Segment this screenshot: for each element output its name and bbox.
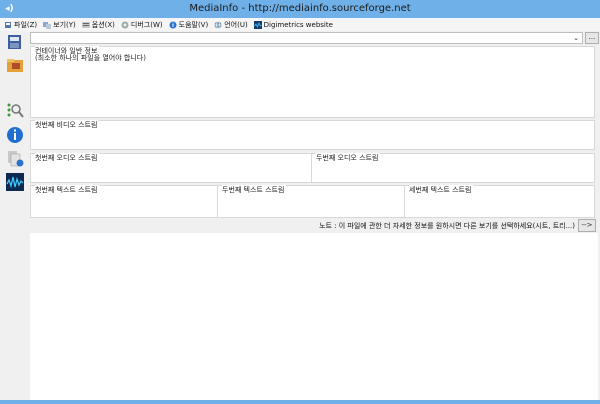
- globe-icon: [214, 20, 222, 29]
- audio1-panel: 첫번째 오디오 스트림: [30, 153, 312, 183]
- next-view-button[interactable]: -->: [578, 219, 596, 232]
- window-title: MediaInfo - http://mediainfo.sourceforge…: [189, 3, 411, 14]
- video1-panel-title: 첫번째 비디오 스트림: [35, 120, 100, 130]
- open-file-icon: [8, 35, 21, 49]
- menu-options-label: 옵션(X): [91, 20, 115, 29]
- menu-view[interactable]: 보기(Y): [43, 18, 76, 31]
- video1-panel: 첫번째 비디오 스트림: [30, 120, 595, 150]
- menu-help[interactable]: 도움말(V): [169, 18, 209, 31]
- debug-icon: [121, 21, 129, 29]
- help-icon: [169, 21, 177, 29]
- menu-debug-label: 디버그(W): [130, 20, 163, 29]
- file-selector-row: ⌄ ...: [30, 32, 599, 44]
- export-button[interactable]: [6, 149, 24, 167]
- menu-bar: 파일(Z) 보기(Y) 옵션(X) 디버그(W) 도움말(V) 언어(U) Di…: [0, 18, 600, 31]
- info-note: 노트 : 이 파일에 관한 더 자세한 정보를 원하시면 다른 보기를 선택하세…: [319, 222, 575, 230]
- chevron-down-icon[interactable]: ⌄: [572, 33, 580, 43]
- audio1-panel-title: 첫번째 오디오 스트림: [35, 153, 100, 163]
- waveform-icon: [6, 173, 24, 191]
- view-icon: [43, 21, 52, 29]
- about-button[interactable]: [6, 126, 24, 144]
- menu-help-label: 도움말(V): [178, 20, 209, 29]
- audio2-panel-title: 두번째 오디오 스트림: [316, 153, 381, 163]
- options-icon: [81, 21, 90, 29]
- preferences-button[interactable]: [6, 101, 24, 119]
- empty-content-area: [30, 233, 598, 400]
- open-folder-button[interactable]: [6, 56, 24, 74]
- more-button[interactable]: ...: [585, 32, 599, 44]
- app-window: ◂) MediaInfo - http://mediainfo.sourcefo…: [0, 0, 600, 404]
- text3-panel-title: 세번째 텍스트 스트림: [409, 185, 474, 195]
- menu-file[interactable]: 파일(Z): [4, 18, 37, 31]
- menu-language[interactable]: 언어(U): [214, 18, 248, 31]
- menu-digimetrics[interactable]: Digimetrics website: [253, 18, 333, 31]
- text2-panel: 두번째 텍스트 스트림: [217, 185, 405, 218]
- menu-language-label: 언어(U): [224, 20, 248, 29]
- file-combo[interactable]: ⌄: [30, 32, 583, 44]
- general-panel: 컨테이너와 일반 정보 (최소한 하나의 파일을 열어야 합니다): [30, 46, 595, 118]
- magnifier-icon: [7, 103, 24, 118]
- menu-digimetrics-label: Digimetrics website: [263, 20, 333, 29]
- info-icon: [7, 127, 23, 143]
- audio2-panel: 두번째 오디오 스트림: [311, 153, 595, 183]
- toolbar-left: [0, 31, 29, 400]
- digimetrics-icon: [253, 20, 262, 29]
- client-area: 파일(Z) 보기(Y) 옵션(X) 디버그(W) 도움말(V) 언어(U) Di…: [0, 18, 600, 400]
- menu-file-label: 파일(Z): [14, 20, 38, 29]
- menu-view-label: 보기(Y): [53, 20, 76, 29]
- folder-icon: [7, 59, 23, 72]
- text2-panel-title: 두번째 텍스트 스트림: [222, 185, 287, 195]
- open-file-button[interactable]: [6, 33, 24, 51]
- text3-panel: 세번째 텍스트 스트림: [404, 185, 595, 218]
- general-panel-body: (최소한 하나의 파일을 열어야 합니다): [35, 54, 146, 62]
- menu-debug[interactable]: 디버그(W): [121, 18, 163, 31]
- export-icon: [8, 151, 24, 167]
- digimetrics-button[interactable]: [6, 173, 24, 191]
- text1-panel: 첫번째 텍스트 스트림: [30, 185, 218, 218]
- text1-panel-title: 첫번째 텍스트 스트림: [35, 185, 100, 195]
- file-icon: [4, 21, 12, 29]
- menu-options[interactable]: 옵션(X): [81, 18, 115, 31]
- title-bar[interactable]: ◂) MediaInfo - http://mediainfo.sourcefo…: [0, 0, 600, 18]
